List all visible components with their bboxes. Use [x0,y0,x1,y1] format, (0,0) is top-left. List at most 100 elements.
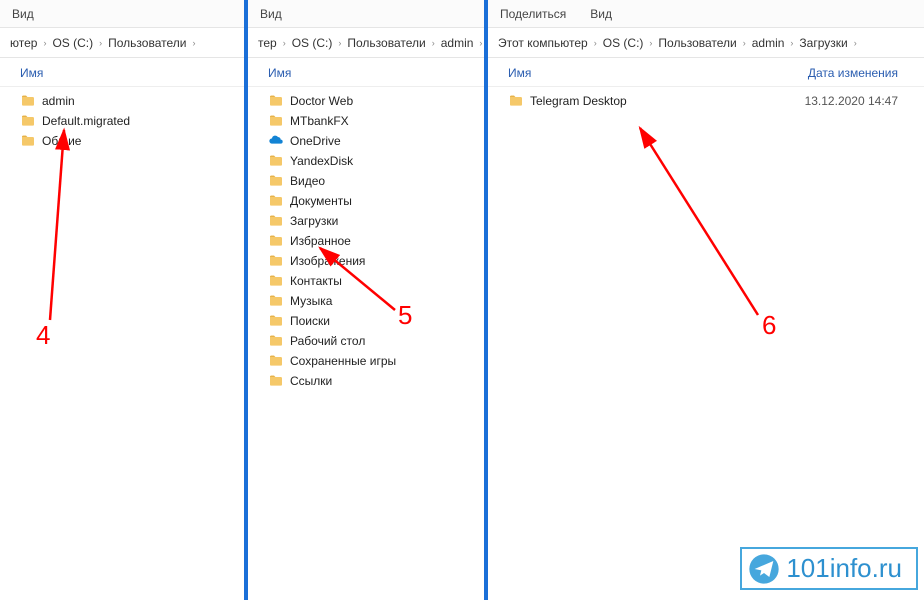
item-label: MTbankFX [290,114,349,128]
folder-icon [268,333,284,349]
folder-icon [268,353,284,369]
list-item[interactable]: YandexDisk [248,151,484,171]
folder-icon [268,233,284,249]
item-label: Telegram Desktop [530,94,627,108]
explorer-panel-2: Вид тер› OS (C:)› Пользователи› admin› И… [248,0,488,600]
chevron-right-icon: › [854,38,857,48]
chevron-right-icon: › [432,38,435,48]
item-label: Видео [290,174,325,188]
breadcrumb-item[interactable]: ютер [10,36,37,50]
item-label: Ссылки [290,374,332,388]
annotation-4: 4 [36,320,50,351]
breadcrumb-item[interactable]: Пользователи [347,36,425,50]
toolbar-share[interactable]: Поделиться [500,7,566,21]
list-item[interactable]: MTbankFX [248,111,484,131]
list-item[interactable]: Избранное [248,231,484,251]
list-item[interactable]: Default.migrated [0,111,244,131]
item-label: admin [42,94,75,108]
list-item[interactable]: Сохраненные игры [248,351,484,371]
explorer-panel-3: Поделиться Вид Этот компьютер › OS (C:) › … [488,0,924,600]
column-header-row: Имя [248,58,484,87]
item-label: Поиски [290,314,330,328]
folder-icon [268,173,284,189]
chevron-right-icon: › [594,38,597,48]
folder-icon [20,93,36,109]
folder-icon [268,213,284,229]
list-item[interactable]: Документы [248,191,484,211]
item-label: Документы [290,194,352,208]
breadcrumb-item[interactable]: OS (C:) [292,36,333,50]
column-date[interactable]: Дата изменения [808,66,918,80]
breadcrumb[interactable]: тер› OS (C:)› Пользователи› admin› [248,28,484,58]
list-item[interactable]: Ссылки [248,371,484,391]
toolbar-view[interactable]: Вид [12,7,34,21]
item-label: OneDrive [290,134,341,148]
item-label: Избранное [290,234,351,248]
list-item[interactable]: Загрузки [248,211,484,231]
folder-icon [508,93,524,109]
breadcrumb-item[interactable]: Этот компьютер [498,36,588,50]
breadcrumb[interactable]: Этот компьютер › OS (C:) › Пользователи › a… [488,28,924,58]
toolbar: Вид [0,0,244,28]
column-header-row: Имя Дата изменения [488,58,924,87]
list-item[interactable]: Telegram Desktop 13.12.2020 14:47 [488,91,924,111]
folder-icon [268,253,284,269]
chevron-right-icon: › [649,38,652,48]
toolbar: Вид [248,0,484,28]
column-name[interactable]: Имя [268,66,468,80]
breadcrumb-item[interactable]: Пользователи [658,36,736,50]
list-item[interactable]: Музыка [248,291,484,311]
chevron-right-icon: › [283,38,286,48]
annotation-6: 6 [762,310,776,341]
watermark-text: 101info.ru [786,553,902,584]
folder-icon [268,153,284,169]
watermark-logo: 101info.ru [740,547,918,590]
breadcrumb-item[interactable]: тер [258,36,277,50]
item-label: Музыка [290,294,332,308]
folder-icon [268,313,284,329]
item-label: Сохраненные игры [290,354,396,368]
toolbar: Поделиться Вид [488,0,924,28]
onedrive-icon [268,133,284,149]
folder-icon [268,273,284,289]
annotation-5: 5 [398,300,412,331]
item-label: Общие [42,134,81,148]
item-label: Контакты [290,274,342,288]
list-item[interactable]: Doctor Web [248,91,484,111]
breadcrumb-item[interactable]: Пользователи [108,36,186,50]
chevron-right-icon: › [790,38,793,48]
column-header-row: Имя [0,58,244,87]
chevron-right-icon: › [338,38,341,48]
toolbar-view[interactable]: Вид [260,7,282,21]
chevron-right-icon: › [743,38,746,48]
breadcrumb-item[interactable]: OS (C:) [603,36,644,50]
breadcrumb-item[interactable]: Загрузки [799,36,847,50]
column-name[interactable]: Имя [508,66,708,80]
item-date: 13.12.2020 14:47 [805,94,918,108]
column-name[interactable]: Имя [20,66,220,80]
breadcrumb-item[interactable]: admin [752,36,785,50]
list-item[interactable]: admin [0,91,244,111]
folder-icon [20,113,36,129]
folder-icon [20,133,36,149]
item-label: Изображения [290,254,365,268]
folder-icon [268,373,284,389]
list-item[interactable]: Видео [248,171,484,191]
list-item[interactable]: Контакты [248,271,484,291]
folder-icon [268,93,284,109]
toolbar-view[interactable]: Вид [590,7,612,21]
breadcrumb-item[interactable]: OS (C:) [52,36,93,50]
item-label: Загрузки [290,214,338,228]
item-label: YandexDisk [290,154,353,168]
folder-icon [268,113,284,129]
list-item[interactable]: Рабочий стол [248,331,484,351]
breadcrumb[interactable]: ютер› OS (C:)› Пользователи› [0,28,244,58]
folder-icon [268,293,284,309]
item-label: Doctor Web [290,94,353,108]
list-item[interactable]: OneDrive [248,131,484,151]
chevron-right-icon: › [99,38,102,48]
breadcrumb-item[interactable]: admin [441,36,474,50]
list-item[interactable]: Изображения [248,251,484,271]
list-item[interactable]: Общие [0,131,244,151]
list-item[interactable]: Поиски [248,311,484,331]
